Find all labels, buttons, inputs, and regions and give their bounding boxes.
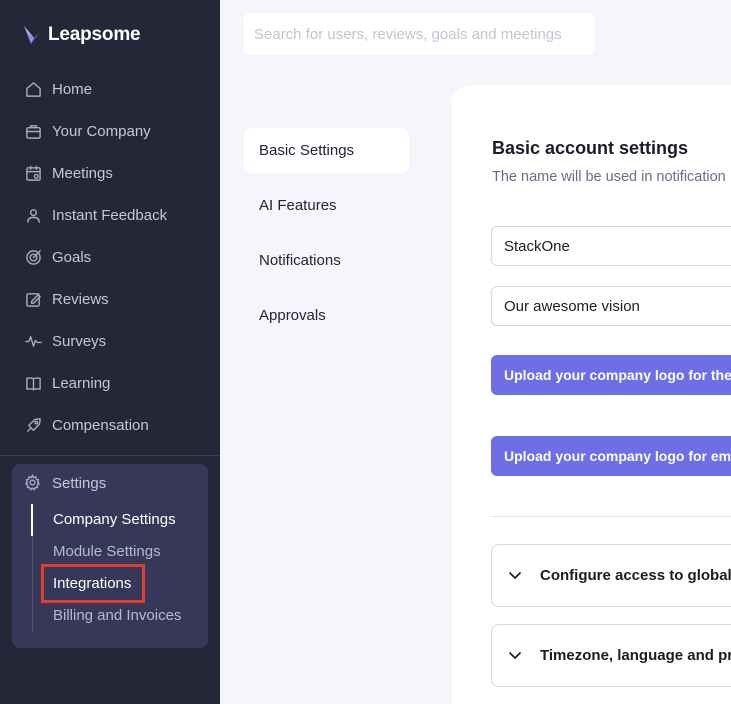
- feedback-icon: [24, 206, 42, 224]
- tab-ai-features[interactable]: AI Features: [244, 183, 409, 228]
- nav-item-instant-feedback[interactable]: Instant Feedback: [0, 194, 220, 236]
- accordion-label: Configure access to global: [540, 567, 731, 584]
- nav-item-surveys[interactable]: Surveys: [0, 320, 220, 362]
- tab-basic-settings[interactable]: Basic Settings: [244, 128, 409, 173]
- nav-item-label: Surveys: [52, 332, 107, 350]
- accordion-label: Timezone, language and pr: [540, 647, 731, 664]
- chevron-down-icon: [508, 568, 524, 584]
- subnav-module-settings[interactable]: Module Settings: [53, 543, 161, 560]
- subnav-active-indicator: [31, 504, 33, 536]
- page-subtitle: The name will be used in notification: [492, 169, 726, 185]
- vision-field: [491, 286, 731, 326]
- nav-item-settings[interactable]: Settings: [24, 474, 106, 492]
- nav-item-goals[interactable]: Goals: [0, 236, 220, 278]
- nav-item-label: Instant Feedback: [52, 206, 168, 224]
- gear-icon: [24, 474, 42, 492]
- nav-item-label: Reviews: [52, 290, 109, 308]
- global-search: [244, 13, 594, 55]
- nav-item-your-company[interactable]: Your Company: [0, 110, 220, 152]
- sidebar: Leapsome Home Your Company Meetings Inst…: [0, 0, 220, 704]
- compensation-icon: [24, 416, 42, 434]
- logo[interactable]: Leapsome: [22, 24, 141, 46]
- learning-icon: [24, 374, 42, 392]
- subnav-company-settings[interactable]: Company Settings: [53, 511, 176, 528]
- nav-item-home[interactable]: Home: [0, 68, 220, 110]
- goals-icon: [24, 248, 42, 266]
- main-nav: Home Your Company Meetings Instant Feedb…: [0, 68, 220, 446]
- accordion-timezone-language[interactable]: Timezone, language and pr: [491, 624, 731, 687]
- settings-submenu: Basic Settings AI Features Notifications…: [244, 128, 409, 348]
- nav-item-learning[interactable]: Learning: [0, 362, 220, 404]
- reviews-icon: [24, 290, 42, 308]
- search-input[interactable]: [254, 25, 594, 43]
- nav-item-meetings[interactable]: Meetings: [0, 152, 220, 194]
- company-name-input[interactable]: [504, 237, 731, 255]
- integrations-highlight-box: [41, 564, 145, 603]
- subnav-billing-and-invoices[interactable]: Billing and Invoices: [53, 607, 181, 624]
- nav-item-reviews[interactable]: Reviews: [0, 278, 220, 320]
- nav-item-label: Goals: [52, 248, 92, 266]
- upload-nav-logo-button[interactable]: Upload your company logo for the na: [491, 355, 731, 395]
- page-title: Basic account settings: [492, 138, 689, 158]
- company-icon: [24, 122, 42, 140]
- accordion-global-access[interactable]: Configure access to global: [491, 544, 731, 607]
- nav-item-compensation[interactable]: Compensation: [0, 404, 220, 446]
- surveys-icon: [24, 332, 42, 350]
- nav-item-label: Learning: [52, 374, 111, 392]
- brand-name: Leapsome: [48, 24, 141, 45]
- meetings-icon: [24, 164, 42, 182]
- upload-email-logo-button[interactable]: Upload your company logo for email: [491, 436, 731, 476]
- chevron-down-icon: [508, 648, 524, 664]
- company-name-field: [491, 226, 731, 266]
- sidebar-divider: [0, 455, 220, 456]
- tab-notifications[interactable]: Notifications: [244, 238, 409, 283]
- nav-item-label: Meetings: [52, 164, 113, 182]
- nav-item-label: Compensation: [52, 416, 149, 434]
- settings-card: Basic account settings The name will be …: [452, 86, 731, 704]
- home-icon: [24, 80, 42, 98]
- section-divider: [491, 516, 731, 517]
- leapsome-logo-icon: [24, 26, 40, 44]
- settings-label: Settings: [52, 474, 107, 492]
- settings-section: Settings Company Settings Module Setting…: [12, 464, 208, 648]
- tab-approvals[interactable]: Approvals: [244, 293, 409, 338]
- nav-item-label: Home: [52, 80, 93, 98]
- vision-input[interactable]: [504, 297, 731, 315]
- nav-item-label: Your Company: [52, 122, 151, 140]
